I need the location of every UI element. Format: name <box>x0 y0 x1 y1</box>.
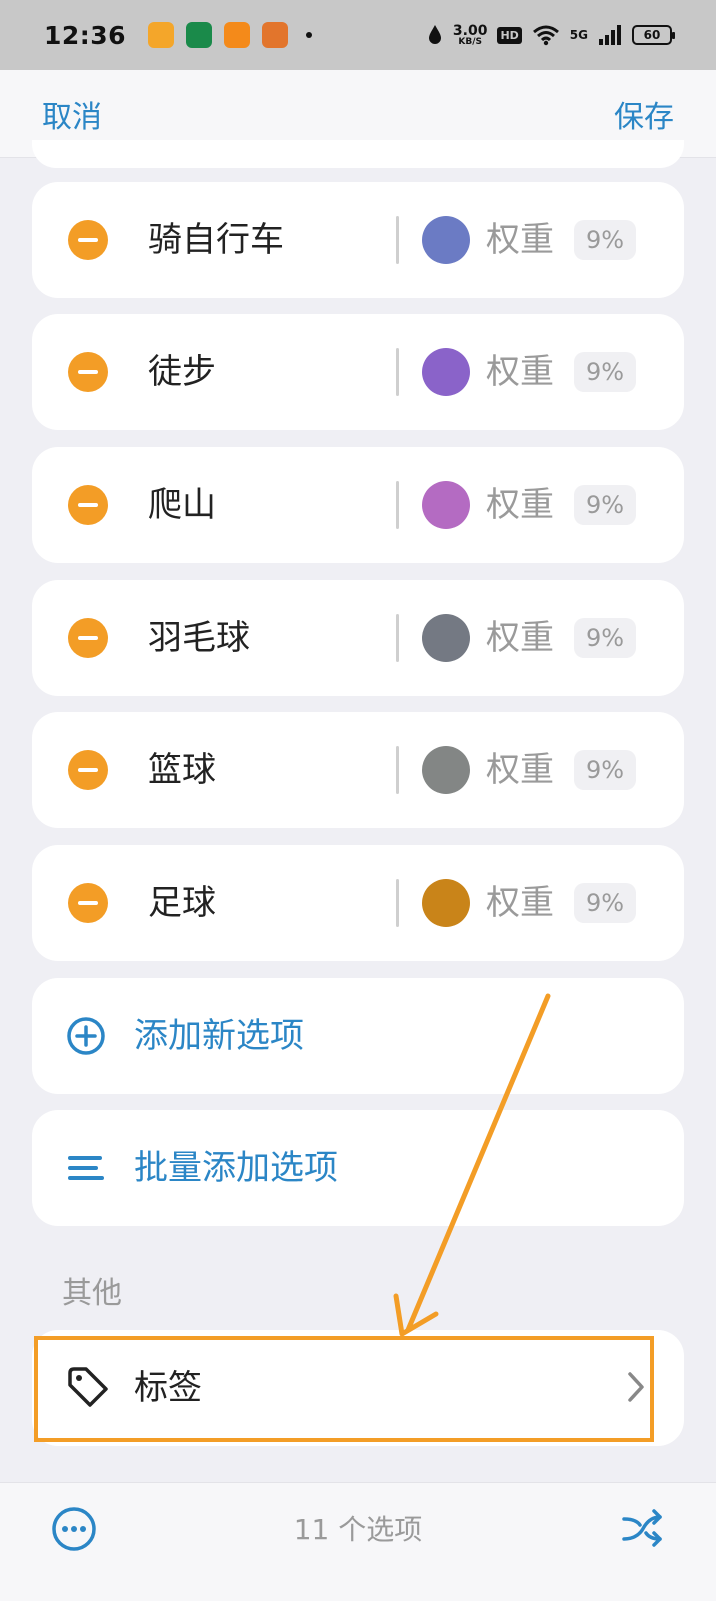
app-notification-icon-1 <box>148 22 175 48</box>
app-notification-icon-2 <box>186 22 213 48</box>
net-speed-value: 3.00 <box>452 22 488 39</box>
option-color-swatch[interactable] <box>422 746 470 794</box>
signal-icon <box>599 25 621 45</box>
tags-label: 标签 <box>134 1368 202 1408</box>
plus-circle-icon <box>67 1017 105 1055</box>
option-item: 篮球 权重 9% <box>32 712 684 828</box>
remove-option-icon[interactable] <box>68 883 108 923</box>
chevron-right-icon <box>628 1372 644 1402</box>
option-color-swatch[interactable] <box>422 216 470 264</box>
weight-label: 权重 <box>486 883 554 923</box>
option-color-swatch[interactable] <box>422 879 470 927</box>
option-item: 羽毛球 权重 9% <box>32 580 684 696</box>
remove-option-icon[interactable] <box>68 485 108 525</box>
remove-option-icon[interactable] <box>68 352 108 392</box>
weight-value[interactable]: 9% <box>574 352 636 392</box>
option-color-swatch[interactable] <box>422 348 470 396</box>
save-button[interactable]: 保存 <box>614 92 674 136</box>
remove-option-icon[interactable] <box>68 220 108 260</box>
option-item: 徒步 权重 9% <box>32 314 684 430</box>
weight-label: 权重 <box>486 485 554 525</box>
weight-value[interactable]: 9% <box>574 485 636 525</box>
section-title-other: 其他 <box>62 1276 122 1311</box>
app-notification-icon-4 <box>262 22 289 48</box>
status-right: 3.00 KB/S HD 5G 60 <box>427 24 675 47</box>
status-left: 12:36 <box>44 20 313 50</box>
add-new-option-button[interactable]: 添加新选项 <box>32 978 684 1094</box>
divider <box>396 746 399 794</box>
tag-icon <box>68 1367 108 1407</box>
option-name[interactable]: 骑自行车 <box>148 182 284 298</box>
option-count: 11 个选项 <box>293 1513 423 1546</box>
status-bar: 12:36 3.00 KB/S HD 5G 60 <box>0 0 716 70</box>
batch-add-options-label: 批量添加选项 <box>134 1148 338 1188</box>
add-new-option-label: 添加新选项 <box>134 1016 304 1056</box>
option-name[interactable]: 爬山 <box>148 447 216 563</box>
app-notification-icon-3 <box>224 22 251 48</box>
option-name[interactable]: 徒步 <box>148 314 216 430</box>
weight-label: 权重 <box>486 750 554 790</box>
tags-row[interactable]: 标签 <box>32 1330 684 1446</box>
remove-option-icon[interactable] <box>68 750 108 790</box>
weight-label: 权重 <box>486 352 554 392</box>
weight-value[interactable]: 9% <box>574 750 636 790</box>
divider <box>396 614 399 662</box>
option-item: 爬山 权重 9% <box>32 447 684 563</box>
remove-option-icon[interactable] <box>68 618 108 658</box>
net-speed: 3.00 KB/S <box>453 24 488 47</box>
previous-item-card-partial <box>32 140 684 168</box>
option-name[interactable]: 篮球 <box>148 712 216 828</box>
more-notifications-dot-icon <box>306 32 313 38</box>
shuffle-icon[interactable] <box>618 1505 666 1553</box>
wifi-icon <box>532 25 559 46</box>
clock: 12:36 <box>44 20 127 50</box>
weight-value[interactable]: 9% <box>574 220 636 260</box>
hd-icon: HD <box>497 26 522 44</box>
net-speed-unit: KB/S <box>458 36 482 47</box>
divider <box>396 879 399 927</box>
weight-label: 权重 <box>486 220 554 260</box>
option-color-swatch[interactable] <box>422 614 470 662</box>
cancel-button[interactable]: 取消 <box>42 92 102 136</box>
option-name[interactable]: 足球 <box>148 845 216 961</box>
option-item: 骑自行车 权重 9% <box>32 182 684 298</box>
weight-value[interactable]: 9% <box>574 883 636 923</box>
option-color-swatch[interactable] <box>422 481 470 529</box>
divider <box>396 348 399 396</box>
weight-value[interactable]: 9% <box>574 618 636 658</box>
battery-icon: 60 <box>632 25 675 45</box>
option-name[interactable]: 羽毛球 <box>148 580 250 696</box>
bottom-bar: 11 个选项 <box>0 1482 716 1601</box>
batch-add-options-button[interactable]: 批量添加选项 <box>32 1110 684 1226</box>
divider <box>396 481 399 529</box>
data-saver-icon <box>428 25 441 44</box>
divider <box>396 216 399 264</box>
network-type-label: 5G <box>569 28 588 42</box>
list-lines-icon <box>68 1156 104 1180</box>
option-item: 足球 权重 9% <box>32 845 684 961</box>
weight-label: 权重 <box>486 618 554 658</box>
